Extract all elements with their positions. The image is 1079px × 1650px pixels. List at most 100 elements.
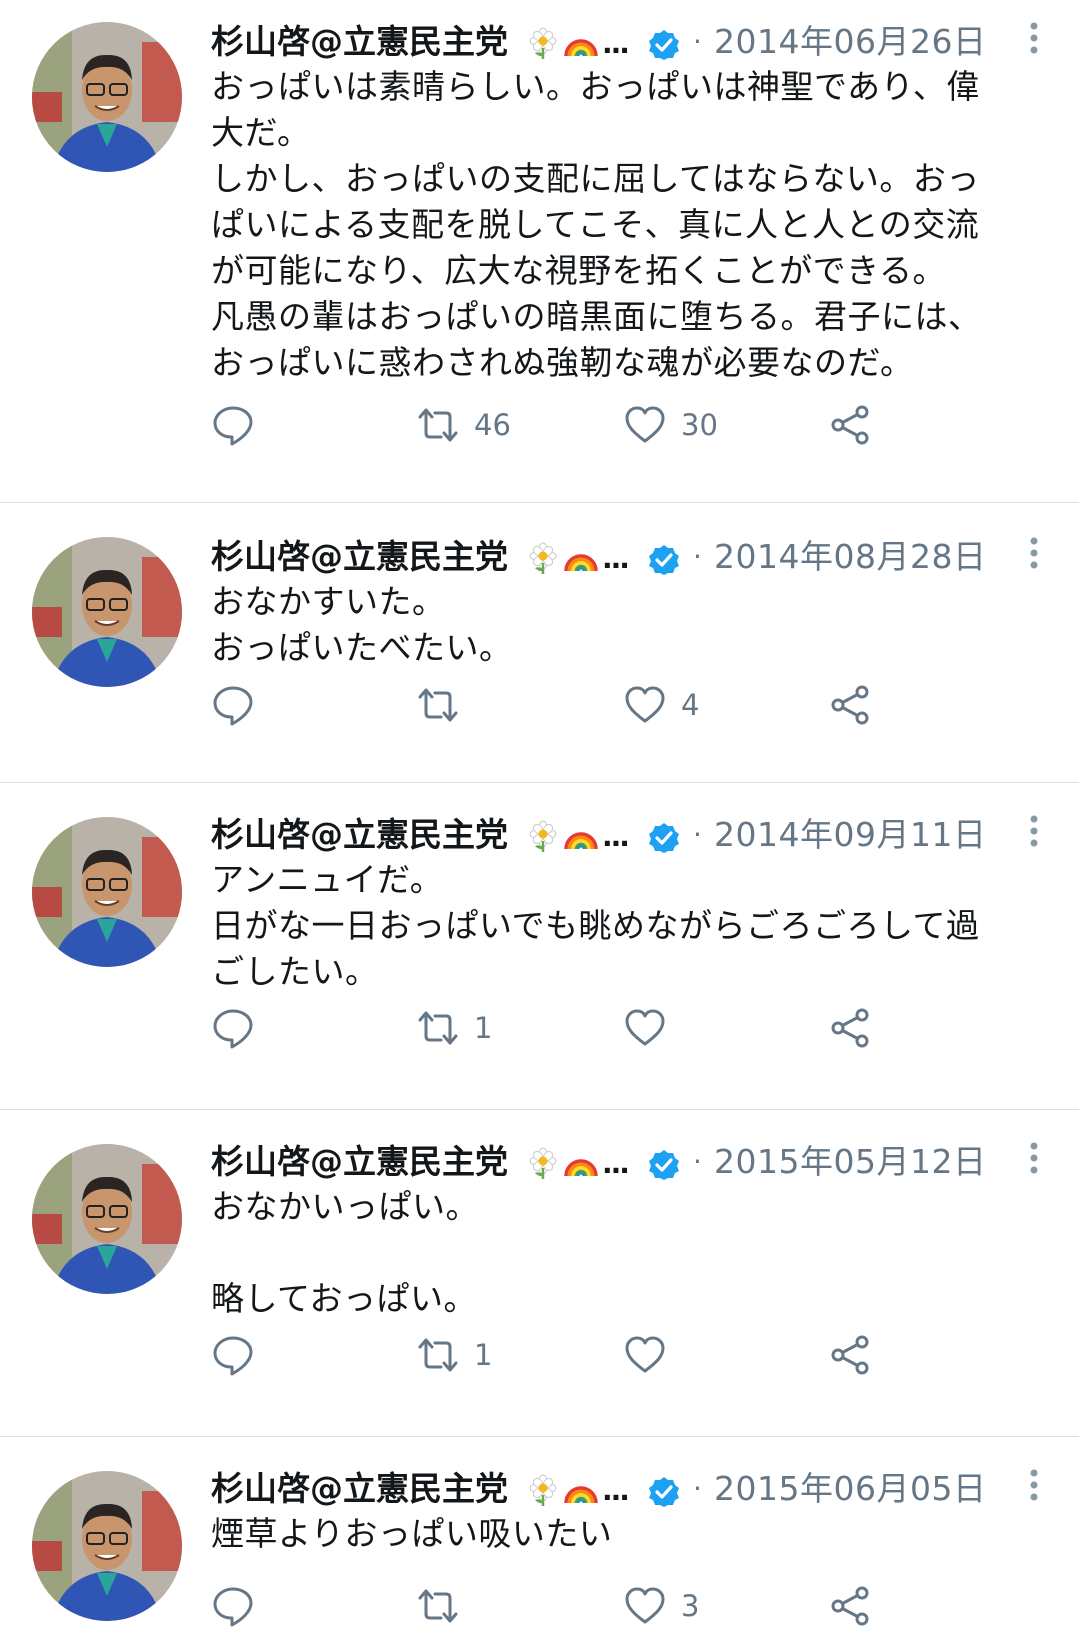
reply-icon xyxy=(213,1009,253,1049)
reply-button[interactable] xyxy=(211,678,255,732)
tweet-header: 杉山啓@立憲民主党 xyxy=(211,20,1063,64)
verified-icon xyxy=(649,1477,679,1507)
rainbow-icon xyxy=(564,554,598,572)
avatar[interactable] xyxy=(32,817,182,967)
more-options-icon[interactable] xyxy=(1019,1138,1049,1182)
reply-icon xyxy=(213,686,253,726)
person-photo-avatar xyxy=(32,537,182,687)
share-icon xyxy=(831,1008,869,1048)
avatar[interactable] xyxy=(32,1471,182,1621)
tweet-date[interactable]: 2014年09月11日 xyxy=(714,813,986,857)
name-ellipsis: ... xyxy=(602,542,630,575)
tweet-actions: 1 xyxy=(211,1001,911,1055)
tweet-text: おっぱいは素晴らしい。おっぱいは神聖であり、偉 大だ。 しかし、おっぱいの支配に… xyxy=(211,67,982,382)
retweet-icon xyxy=(418,688,458,722)
name-ellipsis: ... xyxy=(602,1474,630,1507)
share-button[interactable] xyxy=(828,1579,872,1633)
flower-icon xyxy=(529,542,557,574)
name-ellipsis: ... xyxy=(602,27,630,60)
heart-icon xyxy=(625,1587,665,1624)
avatar[interactable] xyxy=(32,22,182,172)
share-button[interactable] xyxy=(828,1001,872,1055)
share-button[interactable] xyxy=(828,678,872,732)
retweet-count: 1 xyxy=(474,1011,493,1045)
reply-button[interactable] xyxy=(211,398,255,452)
retweet-icon xyxy=(418,408,458,442)
tweet-date[interactable]: 2014年06月26日 xyxy=(714,20,986,64)
retweet-icon xyxy=(418,1589,458,1623)
like-button[interactable]: 4 xyxy=(623,678,699,732)
like-button[interactable] xyxy=(623,1001,681,1055)
tweet-text: おなかすいた。 おっぱいたべたい。 xyxy=(211,582,513,667)
avatar[interactable] xyxy=(32,537,182,687)
tweet-date[interactable]: 2014年08月28日 xyxy=(714,535,986,579)
share-button[interactable] xyxy=(828,1328,872,1382)
person-photo-avatar xyxy=(32,817,182,967)
tweet-text: おなかいっぱい。 略しておっぱい。 xyxy=(211,1187,479,1318)
flower-icon xyxy=(529,1474,557,1506)
tweet-header: 杉山啓@立憲民主党 xyxy=(211,813,1063,857)
tweet-text: アンニュイだ。 日がな一日おっぱいでも眺めながらごろごろして過 ごしたい。 xyxy=(211,860,980,991)
more-options-icon[interactable] xyxy=(1019,18,1049,62)
more-options-icon[interactable] xyxy=(1019,1465,1049,1509)
tweet-header: 杉山啓@立憲民主党 xyxy=(211,1140,1063,1184)
flower-icon xyxy=(529,27,557,59)
display-name[interactable]: 杉山啓@立憲民主党 xyxy=(211,20,508,64)
retweet-count: 1 xyxy=(474,1338,493,1372)
rainbow-icon xyxy=(564,1159,598,1177)
display-name[interactable]: 杉山啓@立憲民主党 xyxy=(211,813,508,857)
person-photo-avatar xyxy=(32,1144,182,1294)
share-icon xyxy=(831,405,869,445)
like-button[interactable]: 3 xyxy=(623,1579,699,1633)
reply-button[interactable] xyxy=(211,1579,255,1633)
rainbow-icon xyxy=(564,1486,598,1504)
verified-icon xyxy=(649,30,679,60)
share-button[interactable] xyxy=(828,398,872,452)
tweet[interactable]: 杉山啓@立憲民主党 xyxy=(0,1110,1079,1437)
more-options-icon[interactable] xyxy=(1019,533,1049,577)
display-name[interactable]: 杉山啓@立憲民主党 xyxy=(211,1140,508,1184)
tweet-actions: 3 xyxy=(211,1579,911,1633)
retweet-button[interactable]: 1 xyxy=(416,1328,492,1382)
retweet-icon xyxy=(418,1011,458,1045)
retweet-icon xyxy=(418,1338,458,1372)
tweet-actions: 4 xyxy=(211,678,911,732)
heart-icon xyxy=(625,1009,665,1046)
timeline: 杉山啓@立憲民主党 ... · 2014年06月26日 おっぱいは素晴らしい。お… xyxy=(0,0,1079,1650)
like-button[interactable]: 30 xyxy=(623,398,718,452)
like-count: 3 xyxy=(681,1589,700,1623)
retweet-button[interactable] xyxy=(416,678,474,732)
display-name[interactable]: 杉山啓@立憲民主党 xyxy=(211,1467,508,1511)
person-photo-avatar xyxy=(32,22,182,172)
verified-icon xyxy=(649,823,679,853)
tweet-date[interactable]: 2015年05月12日 xyxy=(714,1140,986,1184)
share-icon xyxy=(831,1335,869,1375)
tweet-actions: 1 xyxy=(211,1328,911,1382)
tweet-actions: 46 30 xyxy=(211,398,911,452)
like-count: 4 xyxy=(681,688,700,722)
tweet[interactable]: 杉山啓@立憲民主党 xyxy=(0,0,1079,503)
tweet-date[interactable]: 2015年06月05日 xyxy=(714,1467,986,1511)
reply-button[interactable] xyxy=(211,1001,255,1055)
share-icon xyxy=(831,1586,869,1626)
retweet-button[interactable]: 46 xyxy=(416,398,511,452)
avatar[interactable] xyxy=(32,1144,182,1294)
retweet-count: 46 xyxy=(474,408,511,442)
like-count: 30 xyxy=(681,408,718,442)
name-ellipsis: ... xyxy=(602,820,630,853)
separator-dot: · xyxy=(693,1145,702,1178)
display-name[interactable]: 杉山啓@立憲民主党 xyxy=(211,535,508,579)
reply-button[interactable] xyxy=(211,1328,255,1382)
retweet-button[interactable] xyxy=(416,1579,474,1633)
verified-icon xyxy=(649,1150,679,1180)
tweet[interactable]: 杉山啓@立憲民主党 xyxy=(0,503,1079,783)
retweet-button[interactable]: 1 xyxy=(416,1001,492,1055)
name-ellipsis: ... xyxy=(602,1147,630,1180)
like-button[interactable] xyxy=(623,1328,681,1382)
person-photo-avatar xyxy=(32,1471,182,1621)
tweet[interactable]: 杉山啓@立憲民主党 xyxy=(0,783,1079,1110)
heart-icon xyxy=(625,686,665,723)
tweet[interactable]: 杉山啓@立憲民主党 xyxy=(0,1437,1079,1650)
more-options-icon[interactable] xyxy=(1019,811,1049,855)
heart-icon xyxy=(625,406,665,443)
